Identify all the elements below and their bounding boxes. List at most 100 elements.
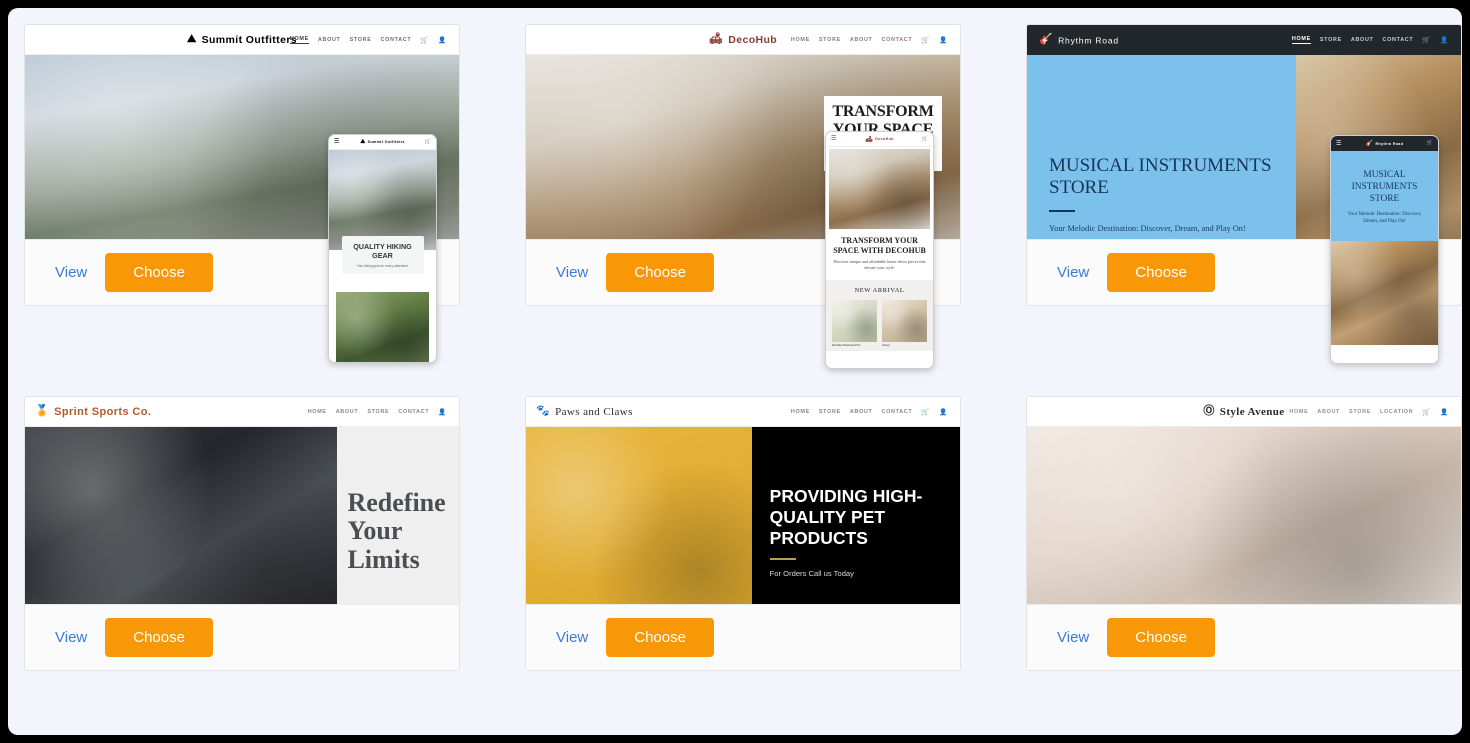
- nav-item-contact[interactable]: CONTACT: [381, 37, 412, 43]
- nav-item-store[interactable]: STORE: [819, 37, 841, 43]
- nav-item-location[interactable]: LOCATION: [1380, 409, 1413, 415]
- mobile-preview-rhythm-road[interactable]: ☰ 🎸 Rhythm Road 🛒 MUSICAL INSTRUMENTS ST…: [1330, 135, 1439, 364]
- mobile-photo-forest-hiker: [336, 292, 429, 362]
- choose-button[interactable]: Choose: [1107, 253, 1215, 292]
- mobile-preview-summit-outfitters[interactable]: ☰ ⛰ Summit Outfitters 🛒 QUALITY HIKING G…: [328, 134, 437, 363]
- mobile-preview-decohub[interactable]: ☰ 🛋 DecoHub 🛒 TRANSFORM YOUR SPACE WITH …: [825, 131, 934, 369]
- product-name: Library: [882, 343, 890, 347]
- nav-item-store[interactable]: STORE: [367, 409, 389, 415]
- user-icon[interactable]: 👤: [1440, 408, 1449, 416]
- mobile-body: MUSICAL INSTRUMENTS STORE Your Melodic D…: [1331, 151, 1438, 346]
- site-nav: HOME ABOUT STORE CONTACT 👤: [308, 408, 447, 416]
- nav-item-contact[interactable]: CONTACT: [882, 37, 913, 43]
- nav-item-store[interactable]: STORE: [819, 409, 841, 415]
- nav-item-home[interactable]: HOME: [791, 409, 810, 415]
- mobile-brand: 🛋 DecoHub: [865, 136, 894, 143]
- user-icon[interactable]: 👤: [438, 408, 447, 416]
- cart-icon[interactable]: 🛒: [921, 408, 930, 416]
- brand-name: Paws and Claws: [555, 405, 633, 418]
- nav-item-about[interactable]: ABOUT: [850, 409, 873, 415]
- site-brand: 🎸 Rhythm Road: [1039, 33, 1119, 46]
- site-topbar: ⛰ Summit Outfitters HOME ABOUT STORE CON…: [25, 25, 459, 55]
- mobile-subtext: Your hiking gear for every adventure: [356, 264, 409, 268]
- template-cell-decohub: 🛋 DecoHub HOME STORE ABOUT CONTACT 🛒 👤 V…: [518, 16, 1019, 388]
- nav-item-contact[interactable]: CONTACT: [882, 409, 913, 415]
- user-icon[interactable]: 👤: [939, 408, 948, 416]
- choose-button[interactable]: Choose: [1107, 618, 1215, 657]
- choose-button[interactable]: Choose: [105, 618, 213, 657]
- cart-icon[interactable]: 🛒: [1422, 408, 1431, 416]
- user-icon[interactable]: 👤: [1440, 36, 1449, 44]
- mobile-section-title: NEW ARRIVAL: [854, 286, 905, 294]
- mobile-product-item[interactable]: Library: [882, 299, 927, 347]
- choose-button[interactable]: Choose: [105, 253, 213, 292]
- mobile-topbar: ☰ ⛰ Summit Outfitters 🛒: [329, 135, 436, 150]
- choose-button[interactable]: Choose: [606, 618, 714, 657]
- view-button[interactable]: View: [556, 264, 588, 281]
- nav-item-about[interactable]: ABOUT: [318, 37, 341, 43]
- trophy-logo-icon: 🏅: [35, 405, 50, 417]
- template-card-style-avenue[interactable]: Ⓞ Style Avenue HOME ABOUT STORE LOCATION…: [1026, 396, 1462, 671]
- nav-item-home[interactable]: HOME: [791, 37, 810, 43]
- template-cell-sprint-sports-co: 🏅 Sprint Sports Co. HOME ABOUT STORE CON…: [17, 388, 518, 735]
- guitar-logo-icon: 🎸: [1039, 33, 1054, 46]
- nav-item-about[interactable]: ABOUT: [1317, 409, 1340, 415]
- nav-item-home[interactable]: HOME: [289, 36, 309, 44]
- nav-item-contact[interactable]: CONTACT: [398, 409, 429, 415]
- card-actions: View Choose: [1027, 604, 1461, 670]
- product-photo: [882, 299, 927, 342]
- view-button[interactable]: View: [55, 264, 87, 281]
- nav-item-store[interactable]: STORE: [1349, 409, 1371, 415]
- nav-item-about[interactable]: ABOUT: [850, 37, 873, 43]
- site-topbar: 🛋 DecoHub HOME STORE ABOUT CONTACT 🛒 👤: [526, 25, 960, 55]
- cart-icon[interactable]: 🛒: [420, 36, 429, 44]
- mobile-brand: 🎸 Rhythm Road: [1366, 140, 1404, 147]
- site-brand: 🐾 Paws and Claws: [536, 406, 633, 418]
- template-cell-rhythm-road: 🎸 Rhythm Road HOME STORE ABOUT CONTACT 🛒…: [1019, 16, 1462, 388]
- site-brand: 🏅 Sprint Sports Co.: [35, 406, 151, 418]
- mobile-photo-guitars: [1331, 241, 1438, 346]
- nav-item-contact[interactable]: CONTACT: [1383, 37, 1414, 43]
- site-brand: ⛰ Summit Outfitters: [187, 34, 297, 46]
- view-button[interactable]: View: [556, 629, 588, 646]
- brand-name: DecoHub: [728, 33, 778, 46]
- brand-name: Summit Outfitters: [201, 33, 298, 46]
- mobile-headline: MUSICAL INSTRUMENTS STORE: [1351, 170, 1418, 205]
- site-nav: HOME ABOUT STORE CONTACT 🛒 👤: [289, 36, 447, 44]
- mobile-headline: QUALITY HIKING GEAR: [353, 242, 412, 260]
- template-cell-summit-outfitters: ⛰ Summit Outfitters HOME ABOUT STORE CON…: [17, 16, 518, 388]
- template-card-sprint-sports-co[interactable]: 🏅 Sprint Sports Co. HOME ABOUT STORE CON…: [24, 396, 460, 671]
- brand-name: Rhythm Road: [1058, 35, 1119, 45]
- hero-divider: [1049, 210, 1075, 213]
- user-icon[interactable]: 👤: [939, 36, 948, 44]
- mountain-logo-icon: ⛰: [186, 33, 197, 45]
- site-nav: HOME ABOUT STORE LOCATION 🛒 👤: [1289, 408, 1449, 416]
- cart-icon[interactable]: 🛒: [1427, 141, 1433, 146]
- view-button[interactable]: View: [55, 629, 87, 646]
- nav-item-about[interactable]: ABOUT: [336, 409, 359, 415]
- template-card-paws-and-claws[interactable]: 🐾 Paws and Claws HOME STORE ABOUT CONTAC…: [525, 396, 961, 671]
- choose-button[interactable]: Choose: [606, 253, 714, 292]
- cart-icon[interactable]: 🛒: [1422, 36, 1431, 44]
- site-brand: Ⓞ Style Avenue: [1203, 406, 1284, 418]
- nav-item-home[interactable]: HOME: [308, 409, 327, 415]
- site-nav: HOME STORE ABOUT CONTACT 🛒 👤: [791, 36, 948, 44]
- nav-item-store[interactable]: STORE: [1320, 37, 1342, 43]
- view-button[interactable]: View: [1057, 629, 1089, 646]
- view-button[interactable]: View: [1057, 264, 1089, 281]
- nav-item-store[interactable]: STORE: [350, 37, 372, 43]
- hamburger-icon[interactable]: ☰: [831, 136, 836, 142]
- nav-item-home[interactable]: HOME: [1291, 36, 1311, 44]
- cart-icon[interactable]: 🛒: [425, 139, 431, 145]
- mobile-headline: TRANSFORM YOUR SPACE WITH DECOHUB: [833, 236, 926, 255]
- user-icon[interactable]: 👤: [438, 36, 447, 44]
- hamburger-icon[interactable]: ☰: [1336, 141, 1341, 147]
- cart-icon[interactable]: 🛒: [921, 36, 930, 44]
- nav-item-home[interactable]: HOME: [1289, 409, 1308, 415]
- nav-item-about[interactable]: ABOUT: [1351, 37, 1374, 43]
- mobile-product-item[interactable]: Woodbox Botanical Print: [832, 299, 877, 347]
- mobile-body: TRANSFORM YOUR SPACE WITH DECOHUB Discov…: [826, 147, 933, 351]
- hamburger-icon[interactable]: ☰: [334, 139, 339, 145]
- cart-icon[interactable]: 🛒: [922, 136, 928, 142]
- product-name: Woodbox Botanical Print: [832, 343, 861, 347]
